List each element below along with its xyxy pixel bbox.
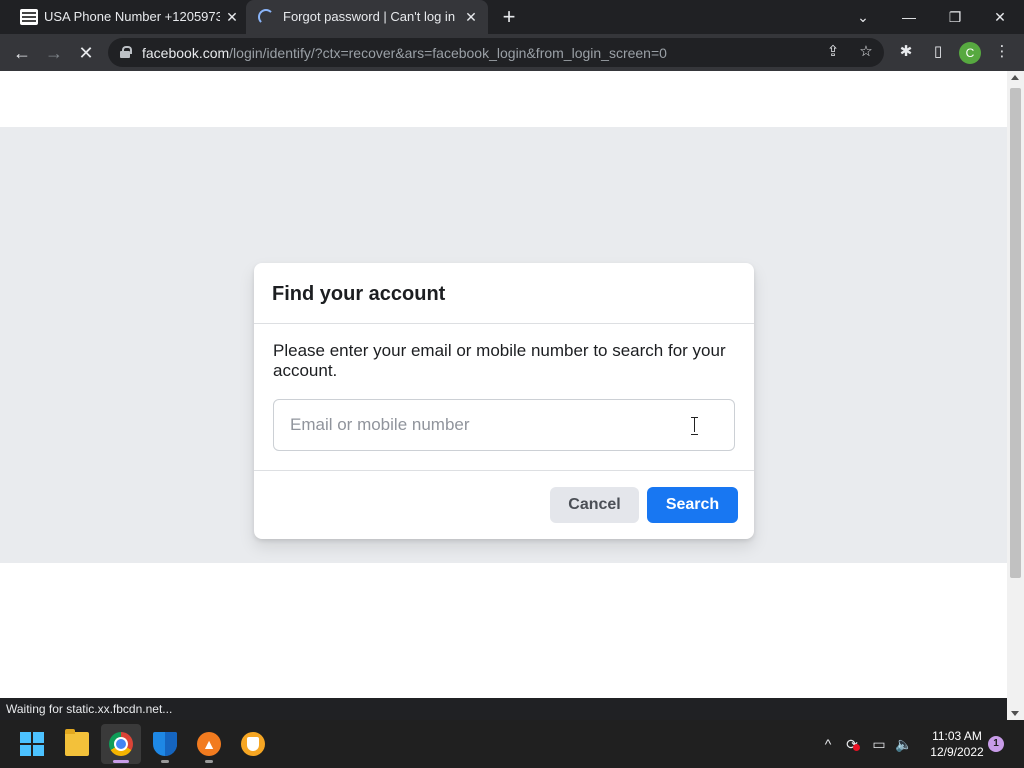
url-text[interactable]: facebook.com/login/identify/?ctx=recover… [142, 45, 667, 61]
address-bar[interactable]: facebook.com/login/identify/?ctx=recover… [108, 38, 884, 67]
network-icon[interactable]: ▭ [869, 734, 889, 754]
folder-icon [65, 729, 89, 756]
clock-date: 12/9/2022 [930, 745, 984, 759]
new-tab-plus-icon[interactable]: + [498, 6, 520, 28]
dialog-instruction: Please enter your email or mobile number… [273, 341, 726, 380]
text-cursor-icon [691, 417, 699, 435]
orange-app-icon: ▲ [197, 732, 221, 756]
close-icon[interactable]: ✕ [224, 9, 240, 25]
stop-loading-x-icon[interactable]: ✕ [73, 40, 99, 66]
star-bookmark-icon[interactable]: ☆ [857, 43, 875, 61]
page-viewport: Find your account Please enter your emai… [0, 71, 1007, 698]
sms-site-favicon-icon [20, 9, 38, 25]
windows-logo-icon [20, 732, 44, 756]
status-text: Waiting for static.xx.fbcdn.net... [6, 702, 173, 716]
more-menu-icon[interactable]: ⋮ [992, 42, 1012, 62]
tab-title: Forgot password | Can't log in | F [283, 9, 457, 24]
cancel-button[interactable]: Cancel [550, 487, 639, 523]
file-explorer-button[interactable] [57, 724, 97, 764]
scroll-up-arrow-icon[interactable] [1011, 75, 1019, 80]
brave-lion-icon [241, 732, 265, 756]
loading-spinner-icon [258, 9, 274, 25]
tab-strip: USA Phone Number +12059732 ✕ Forgot pass… [0, 0, 1024, 34]
start-button[interactable] [12, 724, 52, 764]
active-indicator [113, 760, 129, 763]
page-background: Find your account Please enter your emai… [0, 127, 1007, 563]
divider [254, 323, 754, 324]
tab-usa-phone-number[interactable]: USA Phone Number +12059732 ✕ [8, 0, 246, 34]
sync-icon[interactable]: ⟳ [842, 734, 862, 754]
windows-taskbar: ▲ ^ ⟳ ▭ 🔈 11:03 AM 12/9/2022 1 [0, 720, 1024, 768]
chrome-taskbar-button[interactable] [101, 724, 141, 764]
restore-icon[interactable]: ❐ [941, 4, 969, 30]
share-icon[interactable]: ⇪ [824, 43, 842, 61]
sync-alert-dot-icon [853, 744, 860, 751]
profile-avatar[interactable]: C [959, 42, 981, 64]
scroll-thumb[interactable] [1010, 88, 1021, 578]
email-or-mobile-input[interactable] [273, 399, 735, 451]
tray-chevron-up-icon[interactable]: ^ [818, 734, 838, 754]
side-panel-icon[interactable]: ▯ [928, 42, 948, 62]
running-indicator [161, 760, 169, 763]
close-icon[interactable]: ✕ [463, 9, 479, 25]
lock-icon[interactable] [120, 46, 132, 58]
search-button[interactable]: Search [647, 487, 738, 523]
find-account-dialog: Find your account Please enter your emai… [254, 263, 754, 539]
notification-badge[interactable]: 1 [988, 736, 1004, 752]
browser-toolbar: ← → ✕ facebook.com/login/identify/?ctx=r… [0, 34, 1024, 71]
system-clock[interactable]: 11:03 AM 12/9/2022 [918, 728, 996, 760]
orange-app-button[interactable]: ▲ [189, 724, 229, 764]
dialog-title: Find your account [272, 283, 446, 305]
chrome-icon [109, 732, 133, 756]
running-indicator [205, 760, 213, 763]
status-bubble: Waiting for static.xx.fbcdn.net... [0, 698, 992, 720]
tab-search-chevron-down-icon[interactable]: ⌄ [849, 4, 877, 30]
brave-browser-button[interactable] [233, 724, 273, 764]
window-close-icon[interactable]: ✕ [986, 4, 1014, 30]
extensions-puzzle-icon[interactable]: ✱ [896, 42, 916, 62]
forward-arrow-icon[interactable]: → [41, 40, 67, 66]
scroll-down-arrow-icon[interactable] [1011, 711, 1019, 716]
shield-icon [153, 732, 177, 756]
volume-icon[interactable]: 🔈 [894, 734, 914, 754]
vertical-scrollbar[interactable] [1007, 71, 1024, 720]
clock-time: 11:03 AM [932, 729, 982, 743]
security-app-button[interactable] [145, 724, 185, 764]
minimize-icon[interactable]: — [895, 4, 923, 30]
tab-forgot-password[interactable]: Forgot password | Can't log in | F ✕ [246, 0, 488, 34]
tab-title: USA Phone Number +12059732 [44, 9, 220, 24]
back-arrow-icon[interactable]: ← [9, 40, 35, 66]
divider [254, 470, 754, 471]
